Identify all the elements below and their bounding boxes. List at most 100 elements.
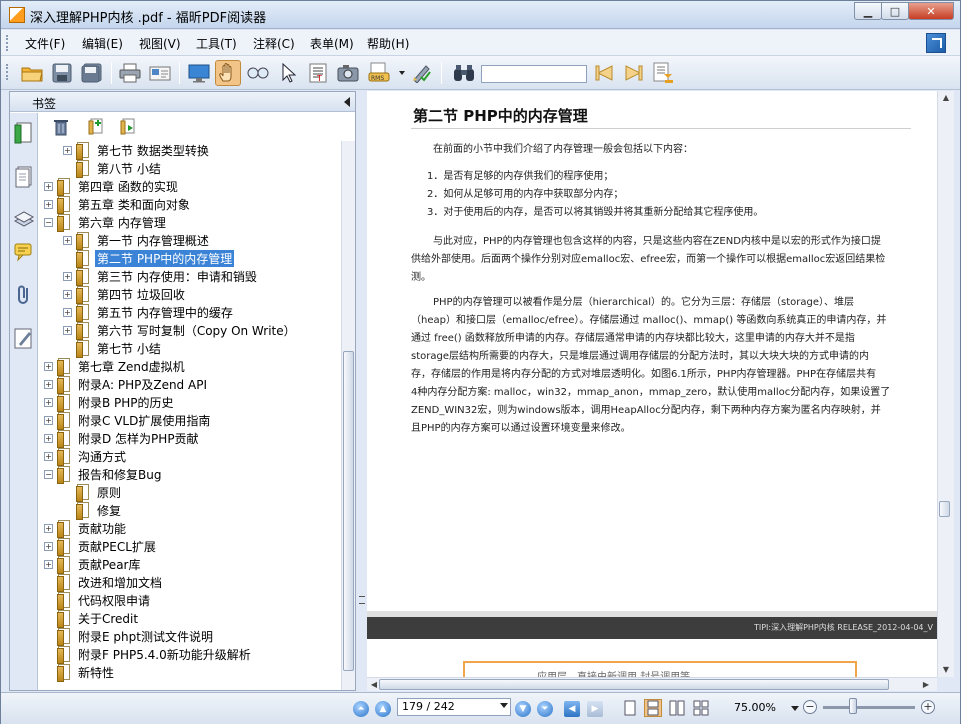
list-item[interactable]: + 第五章 类和面向对象 — [44, 195, 192, 214]
previous-page-icon[interactable]: ▲ — [375, 701, 391, 717]
menu-comment[interactable]: 注释(C) — [253, 35, 295, 52]
maximize-button[interactable]: □ — [881, 2, 909, 20]
list-item[interactable]: + 第七节 数据类型转换 — [63, 141, 211, 160]
zoom-slider-thumb[interactable] — [849, 698, 857, 714]
list-item[interactable]: + 贡献PECL扩展 — [44, 537, 158, 556]
list-item[interactable]: 修复 — [63, 501, 123, 520]
snapshot-camera-icon[interactable] — [335, 60, 361, 86]
expand-toggle[interactable]: + — [44, 199, 53, 209]
menu-edit[interactable]: 编辑(E) — [82, 35, 123, 52]
email-icon[interactable] — [147, 60, 173, 86]
list-item[interactable]: + 第三节 内存使用：申请和销毁 — [63, 267, 259, 286]
list-item[interactable]: + 第六节 写时复制（Copy On Write） — [63, 321, 298, 340]
scroll-right-arrow-icon[interactable]: ▶ — [919, 678, 933, 692]
add-child-bookmark-icon[interactable] — [119, 117, 137, 138]
list-item[interactable]: + 沟通方式 — [44, 447, 128, 466]
page-dropdown-arrow-icon[interactable] — [500, 703, 508, 708]
rms-icon[interactable]: RMS — [367, 60, 393, 86]
expand-toggle[interactable]: + — [63, 325, 72, 335]
list-item[interactable]: 改进和增加文档 — [44, 573, 164, 592]
menu-form[interactable]: 表单(M) — [310, 35, 354, 52]
sign-pen-icon[interactable] — [409, 60, 435, 86]
document-vertical-scrollbar[interactable]: ▲ ▼ — [937, 91, 954, 677]
last-page-icon[interactable]: ⏷ — [537, 701, 553, 717]
expand-toggle[interactable]: + — [44, 451, 53, 461]
bookmarks-scroll-thumb[interactable] — [343, 351, 354, 671]
expand-toggle[interactable]: + — [44, 181, 53, 191]
expand-toggle[interactable]: + — [63, 145, 72, 155]
find-previous-icon[interactable] — [591, 60, 617, 86]
scroll-up-arrow-icon[interactable]: ▲ — [939, 91, 953, 105]
list-item[interactable]: 关于Credit — [44, 609, 140, 628]
expand-toggle[interactable]: + — [44, 433, 53, 443]
select-text-icon[interactable]: T — [305, 60, 331, 86]
bookmarks-scrollbar[interactable] — [341, 141, 355, 690]
list-item[interactable]: + 附录D 怎样为PHP贡献 — [44, 429, 201, 448]
next-page-icon[interactable]: ▼ — [515, 701, 531, 717]
list-item[interactable]: 附录E phpt测试文件说明 — [44, 627, 215, 646]
horizontal-scroll-thumb[interactable] — [379, 679, 889, 690]
continuous-view-icon[interactable] — [644, 699, 662, 717]
list-item[interactable]: + 第一节 内存管理概述 — [63, 231, 211, 250]
expand-toggle[interactable]: + — [44, 379, 53, 389]
menu-help[interactable]: 帮助(H) — [367, 35, 409, 52]
expand-toggle[interactable]: + — [44, 559, 53, 569]
list-item[interactable]: 第八节 小结 — [63, 159, 163, 178]
expand-toggle[interactable]: + — [44, 523, 53, 533]
collapse-toggle[interactable]: − — [44, 469, 53, 479]
delete-bookmark-trash-icon[interactable] — [53, 118, 69, 139]
save-as-icon[interactable] — [79, 60, 105, 86]
hand-tool-icon[interactable] — [215, 60, 241, 86]
zoom-slider-track[interactable] — [823, 706, 915, 709]
list-item[interactable]: + 附录A: PHP及Zend API — [44, 375, 209, 394]
list-item[interactable]: + 第四节 垃圾回收 — [63, 285, 187, 304]
list-item-selected[interactable]: 第二节 PHP中的内存管理 — [63, 249, 235, 268]
list-item[interactable]: 代码权限申请 — [44, 591, 152, 610]
list-item[interactable]: 原则 — [63, 483, 123, 502]
list-item[interactable]: + 贡献功能 — [44, 519, 128, 538]
facing-view-icon[interactable] — [668, 699, 686, 717]
close-button[interactable]: ✕ — [908, 2, 954, 20]
list-item[interactable]: 新特性 — [44, 663, 116, 682]
go-back-arrow-icon[interactable]: ◀ — [564, 701, 580, 717]
search-options-icon[interactable] — [651, 60, 677, 86]
save-icon[interactable] — [49, 60, 75, 86]
document-horizontal-scrollbar[interactable]: ◀ ▶ — [367, 677, 937, 691]
comments-tab-icon[interactable] — [13, 241, 35, 263]
list-item[interactable]: + 第七章 Zend虚拟机 — [44, 357, 187, 376]
zoom-glass-icon[interactable] — [245, 60, 271, 86]
select-pointer-icon[interactable] — [275, 60, 301, 86]
pages-tab-icon[interactable] — [13, 165, 35, 188]
find-next-icon[interactable] — [621, 60, 647, 86]
zoom-level[interactable]: 75.00% — [734, 701, 776, 714]
panel-splitter[interactable] — [357, 91, 367, 691]
expand-toggle[interactable]: + — [44, 541, 53, 551]
list-item[interactable]: + 附录B PHP的历史 — [44, 393, 176, 412]
continuous-facing-view-icon[interactable] — [692, 699, 710, 717]
zoom-dropdown-arrow-icon[interactable] — [791, 706, 799, 711]
expand-toggle[interactable]: + — [44, 415, 53, 425]
document-scroll-thumb[interactable] — [939, 501, 950, 517]
search-input[interactable] — [481, 65, 587, 83]
expand-toggle[interactable]: + — [63, 307, 72, 317]
menu-file[interactable]: 文件(F) — [25, 35, 65, 52]
go-forward-arrow-icon[interactable]: ▶ — [587, 701, 603, 717]
minimize-button[interactable]: ▁ — [854, 2, 882, 20]
list-item[interactable]: + 第四章 函数的实现 — [44, 177, 180, 196]
expand-toggle[interactable]: + — [63, 235, 72, 245]
collapse-toggle[interactable]: − — [44, 217, 53, 227]
expand-toggle[interactable]: + — [63, 289, 72, 299]
rms-dropdown-arrow[interactable] — [399, 71, 405, 75]
attachments-paperclip-icon[interactable] — [13, 283, 35, 305]
menu-tools[interactable]: 工具(T) — [196, 35, 237, 52]
layers-tab-icon[interactable] — [13, 207, 35, 229]
add-bookmark-icon[interactable] — [87, 117, 105, 138]
zoom-in-icon[interactable]: + — [921, 700, 935, 714]
expand-toggle[interactable]: + — [63, 271, 72, 281]
menu-view[interactable]: 视图(V) — [139, 35, 181, 52]
first-page-icon[interactable]: ⏶ — [353, 701, 369, 717]
restore-icon[interactable] — [926, 33, 946, 53]
bookmarks-tab-icon[interactable] — [13, 121, 35, 144]
fullscreen-icon[interactable] — [186, 60, 212, 86]
list-item[interactable]: 第七节 小结 — [63, 339, 163, 358]
